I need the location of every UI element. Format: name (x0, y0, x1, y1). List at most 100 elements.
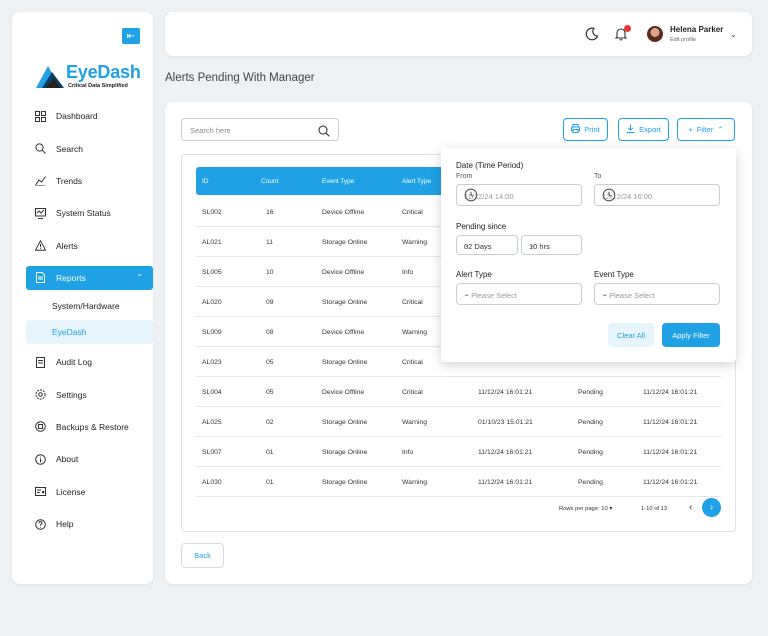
collapse-sidebar-icon[interactable]: ⇤ (122, 28, 140, 44)
cell-alert-type: Warning (402, 418, 428, 426)
column-header-event-type[interactable]: Event Type (322, 178, 354, 185)
monitor-icon (34, 207, 46, 219)
cell-alert-type: Critical (402, 298, 423, 306)
cell-alert-type: Critical (402, 358, 423, 366)
table-row[interactable]: AL030 01 Storage Online Warning 11/12/24… (196, 467, 721, 497)
hours-select[interactable]: 10 hrs ⌄ (521, 235, 582, 255)
sidebar-item-audit-log[interactable]: Audit Log (26, 346, 153, 378)
from-datetime-input[interactable]: 11/12/24 14:00 (456, 184, 582, 206)
cell-id: SL009 (202, 328, 222, 336)
cell-id: SL002 (202, 208, 222, 216)
sidebar-item-label: Help (56, 519, 74, 530)
chevron-down-icon: ⌄ (602, 291, 608, 298)
column-header-count[interactable]: Count (261, 178, 278, 185)
sidebar-item-help[interactable]: Help (26, 508, 153, 540)
chevron-right-icon[interactable]: › (702, 498, 721, 517)
cell-date-2: 11/12/24 16:01:21 (643, 448, 698, 456)
sidebar-item-label: Reports (56, 272, 86, 283)
cell-date: 01/10/23 15:01:21 (478, 418, 533, 426)
sidebar-item-label: Trends (56, 175, 83, 186)
user-name: Helena Parker (670, 25, 724, 34)
cell-id: AL020 (202, 298, 222, 306)
sidebar-subitem-label: EyeDash (52, 326, 87, 337)
sidebar-subitem-eyedash[interactable]: EyeDash (26, 319, 153, 344)
page-range: 1-10 of 13 (641, 506, 668, 512)
cell-count: 08 (266, 328, 274, 336)
cell-event-type: Storage Online (322, 448, 368, 456)
to-label: To (594, 173, 602, 180)
chevron-left-icon[interactable]: ‹ (689, 502, 692, 513)
pagination: Rows per page: 10 ▾ 1-10 of 13 ‹ › (196, 498, 721, 518)
cell-count: 16 (266, 208, 274, 216)
pending-since-label: Pending since (456, 222, 507, 231)
filter-button[interactable]: + Filter ⌃ (677, 118, 735, 141)
from-label: From (456, 173, 473, 180)
page-title: Alerts Pending With Manager (165, 72, 315, 84)
sidebar-item-alerts[interactable]: Alerts (26, 230, 153, 262)
logo: EyeDash Critical Data Simplified (36, 62, 146, 92)
cell-count: 05 (266, 358, 274, 366)
column-header-alert-type[interactable]: Alert Type (402, 178, 431, 185)
back-button[interactable]: Back (181, 543, 224, 568)
chevron-down-icon[interactable]: ⌄ (730, 30, 737, 39)
license-icon (34, 486, 46, 498)
apply-filter-button[interactable]: Apply Filter (662, 323, 720, 347)
cell-count: 11 (266, 238, 274, 246)
cell-id: SL005 (202, 268, 222, 276)
to-datetime-input[interactable]: 12/12/24 16:00 (594, 184, 720, 206)
cell-alert-type: Warning (402, 328, 428, 336)
clock-icon[interactable] (464, 188, 575, 204)
table-row[interactable]: SL007 01 Storage Online Info 11/12/24 16… (196, 437, 721, 467)
sidebar-item-trends[interactable]: Trends (26, 165, 153, 197)
sidebar-subitem-system-hardware[interactable]: System/Hardware (26, 294, 153, 318)
sidebar-item-dashboard[interactable]: Dashboard (26, 100, 153, 132)
print-button[interactable]: Print (563, 118, 608, 141)
cell-event-type: Device Offline (322, 208, 365, 216)
edit-profile-link[interactable]: Edit profile (670, 37, 696, 43)
event-type-select[interactable]: -- Please Select ⌄ (594, 283, 720, 305)
chevron-down-icon: ⌄ (464, 242, 470, 249)
sidebar-item-system-status[interactable]: System Status (26, 197, 153, 229)
cell-id: SL007 (202, 448, 222, 456)
log-icon (34, 356, 46, 368)
sidebar-item-label: License (56, 486, 86, 497)
cell-date-2: 11/12/24 16:01:21 (643, 388, 698, 396)
sidebar-item-about[interactable]: About (26, 443, 153, 475)
brand-tagline: Critical Data Simplified (68, 83, 128, 89)
caret-down-icon: ▾ (609, 506, 613, 512)
sidebar-item-search[interactable]: Search (26, 132, 153, 164)
logo-mark-icon (36, 66, 64, 88)
avatar[interactable] (647, 26, 663, 42)
sidebar-item-label: System Status (56, 208, 111, 219)
cell-count: 05 (266, 388, 274, 396)
clock-icon[interactable] (602, 188, 713, 204)
table-row[interactable]: SL004 05 Device Offline Critical 11/12/2… (196, 377, 721, 407)
export-label: Export (639, 125, 661, 134)
help-icon (34, 518, 46, 530)
clear-all-button[interactable]: Clear All (608, 323, 654, 347)
cell-event-type: Device Offline (322, 388, 365, 396)
plus-icon: + (688, 125, 693, 134)
moon-icon[interactable] (585, 27, 599, 46)
rows-per-page[interactable]: Rows per page: 10 ▾ (559, 506, 612, 512)
sidebar-item-license[interactable]: License (26, 476, 153, 508)
cell-event-type: Storage Online (322, 238, 368, 246)
cell-alert-type: Critical (402, 208, 423, 216)
cell-date: 11/12/24 16:01:21 (478, 388, 533, 396)
sidebar-item-backups-restore[interactable]: Backups & Restore (26, 411, 153, 443)
sidebar-item-reports[interactable]: Reports ⌃ (26, 265, 153, 290)
alert-type-select[interactable]: -- Please Select ⌄ (456, 283, 582, 305)
gear-icon (34, 389, 46, 401)
cell-id: AL021 (202, 238, 222, 246)
table-row[interactable]: AL025 02 Storage Online Warning 01/10/23… (196, 407, 721, 437)
days-select[interactable]: 02 Days ⌄ (456, 235, 518, 255)
date-period-label: Date (Time Period) (456, 161, 524, 170)
download-icon (626, 124, 635, 135)
export-button[interactable]: Export (618, 118, 669, 141)
column-header-id[interactable]: ID (202, 178, 209, 185)
search-input[interactable]: Search here (181, 118, 339, 141)
sidebar-item-settings[interactable]: Settings (26, 378, 153, 410)
search-icon[interactable] (318, 124, 330, 142)
event-type-label: Event Type (594, 270, 634, 279)
cell-event-type: Storage Online (322, 418, 368, 426)
